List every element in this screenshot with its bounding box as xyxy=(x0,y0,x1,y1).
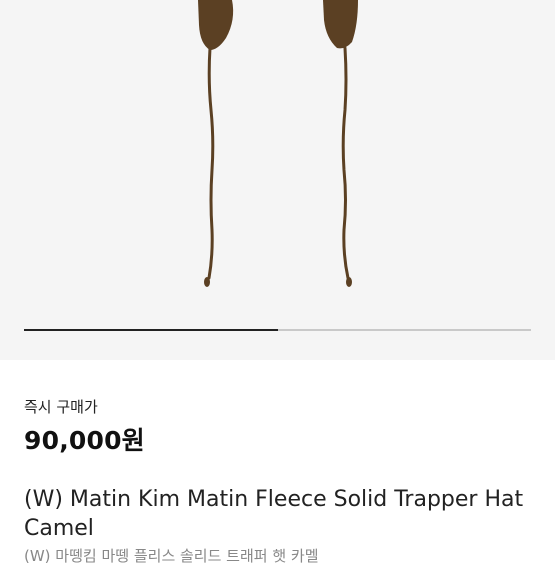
gallery-progress-track xyxy=(24,329,531,331)
gallery-progress-fill xyxy=(24,329,278,331)
price-value: 90,000원 xyxy=(24,426,145,455)
product-title: (W) Matin Kim Matin Fleece Solid Trapper… xyxy=(24,487,524,541)
product-title-korean: (W) 마뗑킴 마뗑 플리스 솔리드 트래퍼 햇 카멜 xyxy=(24,547,319,565)
product-image-gallery[interactable] xyxy=(0,0,555,360)
product-image xyxy=(198,0,358,287)
price-label: 즉시 구매가 xyxy=(24,398,98,416)
